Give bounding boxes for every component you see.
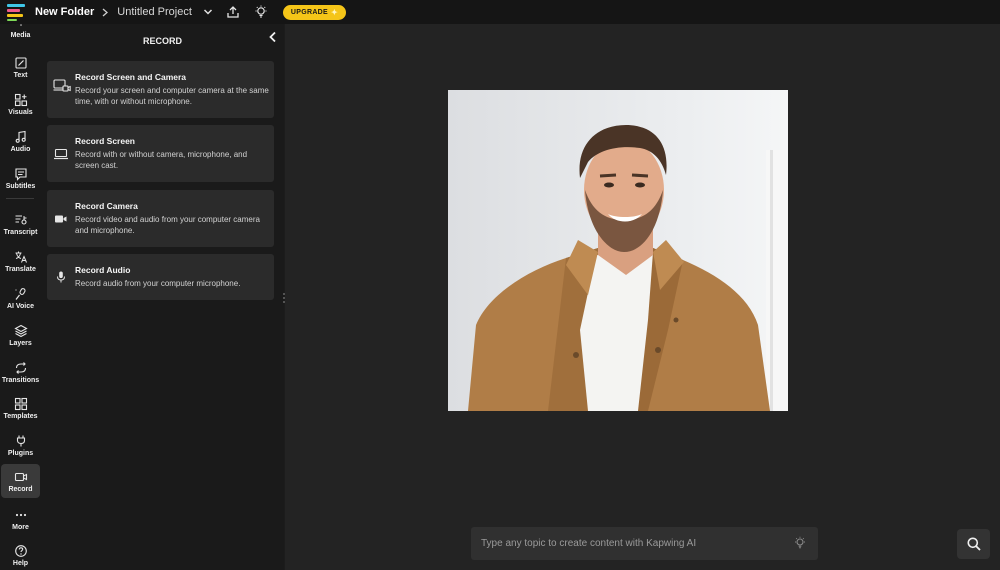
nav-item-text[interactable]: Text <box>0 56 41 79</box>
plugin-icon <box>16 435 25 447</box>
music-note-icon <box>15 130 26 143</box>
record-camera-option[interactable]: Record Camera Record video and audio fro… <box>47 190 274 247</box>
nav-label: Audio <box>10 146 31 153</box>
screen-camera-icon <box>53 79 71 93</box>
record-audio-option[interactable]: Record Audio Record audio from your comp… <box>47 254 274 300</box>
ai-voice-icon <box>15 288 26 300</box>
media-icon <box>19 24 22 27</box>
nav-item-translate[interactable]: Translate <box>0 250 41 273</box>
canvas-area: Type any topic to create content with Ka… <box>285 24 1000 570</box>
translate-icon <box>15 251 27 263</box>
nav-item-plugins[interactable]: Plugins <box>0 434 41 457</box>
help-icon <box>14 545 27 557</box>
record-screen-option[interactable]: Record Screen Record with or without cam… <box>47 125 274 182</box>
nav-label: Record <box>8 485 33 493</box>
top-bar: New Folder Untitled Project UPGRADE ✦ <box>0 0 1000 24</box>
nav-item-transcript[interactable]: Transcript <box>0 213 41 236</box>
nav-label: Media <box>10 32 31 39</box>
nav-item-record[interactable]: Record <box>1 464 40 498</box>
kapwing-ai-prompt-input[interactable]: Type any topic to create content with Ka… <box>471 527 818 560</box>
upload-icon[interactable] <box>225 4 241 20</box>
nav-label: Templates <box>3 413 38 420</box>
option-description: Record with or without camera, microphon… <box>75 150 248 170</box>
laptop-icon <box>53 147 69 161</box>
nav-label: Text <box>13 72 28 79</box>
sparkle-icon: ✦ <box>331 7 339 17</box>
option-title: Record Audio <box>75 265 131 275</box>
nav-item-audio[interactable]: Audio <box>0 130 41 153</box>
transitions-icon <box>15 362 26 374</box>
lightbulb-icon[interactable] <box>793 536 807 550</box>
collapse-panel-icon[interactable] <box>267 30 279 43</box>
transcript-icon <box>15 215 27 225</box>
lightbulb-icon[interactable] <box>253 4 269 20</box>
nav-label: Translate <box>5 266 36 273</box>
nav-label: Subtitles <box>5 183 36 190</box>
nav-label: AI Voice <box>6 303 35 310</box>
nav-label: Transitions <box>1 377 40 384</box>
templates-icon <box>14 397 27 411</box>
option-description: Record your screen and computer camera a… <box>75 86 269 106</box>
record-panel: RECORD Record Screen and Camera Record y… <box>41 24 284 570</box>
upgrade-label: UPGRADE <box>290 8 328 16</box>
nav-item-visuals[interactable]: Visuals <box>0 93 41 116</box>
chevron-down-icon[interactable] <box>203 7 213 17</box>
nav-item-subtitles[interactable]: Subtitles <box>0 167 41 190</box>
nav-label: More <box>12 524 29 531</box>
nav-item-media[interactable]: Media <box>0 24 41 44</box>
nav-item-more[interactable]: More <box>0 508 41 531</box>
canvas-photo[interactable] <box>448 90 788 411</box>
chevron-right-icon <box>101 7 111 17</box>
nav-label: Help <box>12 560 29 567</box>
breadcrumb-folder[interactable]: New Folder <box>35 6 94 18</box>
option-description: Record video and audio from your compute… <box>75 215 260 235</box>
option-title: Record Camera <box>75 201 138 211</box>
text-icon <box>14 57 27 69</box>
nav-item-help[interactable]: Help <box>0 544 41 567</box>
search-button[interactable] <box>957 529 990 559</box>
nav-label: Visuals <box>8 109 33 116</box>
nav-item-ai-voice[interactable]: AI Voice <box>0 287 41 310</box>
nav-item-templates[interactable]: Templates <box>0 397 41 420</box>
left-nav: Media Text Visuals Audio Subtitles Trans… <box>0 24 41 570</box>
nav-label: Layers <box>9 340 32 347</box>
nav-label: Transcript <box>3 229 38 236</box>
kapwing-logo-icon[interactable] <box>7 3 27 21</box>
visuals-icon <box>14 93 27 107</box>
option-title: Record Screen <box>75 136 135 146</box>
video-camera-icon <box>53 212 69 226</box>
nav-label: Plugins <box>7 450 34 457</box>
nav-item-layers[interactable]: Layers <box>0 324 41 347</box>
man-portrait-image <box>448 90 788 411</box>
project-title[interactable]: Untitled Project <box>117 6 192 18</box>
layers-icon <box>13 324 28 338</box>
microphone-icon <box>53 270 69 284</box>
upgrade-button[interactable]: UPGRADE ✦ <box>282 4 347 20</box>
nav-divider <box>6 198 34 199</box>
search-icon <box>967 537 981 551</box>
option-title: Record Screen and Camera <box>75 72 187 82</box>
record-icon <box>14 472 27 481</box>
ai-prompt-placeholder: Type any topic to create content with Ka… <box>481 538 697 549</box>
nav-item-transitions[interactable]: Transitions <box>0 361 41 384</box>
option-description: Record audio from your computer micropho… <box>75 279 241 288</box>
more-icon <box>15 513 26 517</box>
subtitles-icon <box>14 168 27 181</box>
record-screen-and-camera-option[interactable]: Record Screen and Camera Record your scr… <box>47 61 274 118</box>
panel-title: RECORD <box>142 36 182 46</box>
